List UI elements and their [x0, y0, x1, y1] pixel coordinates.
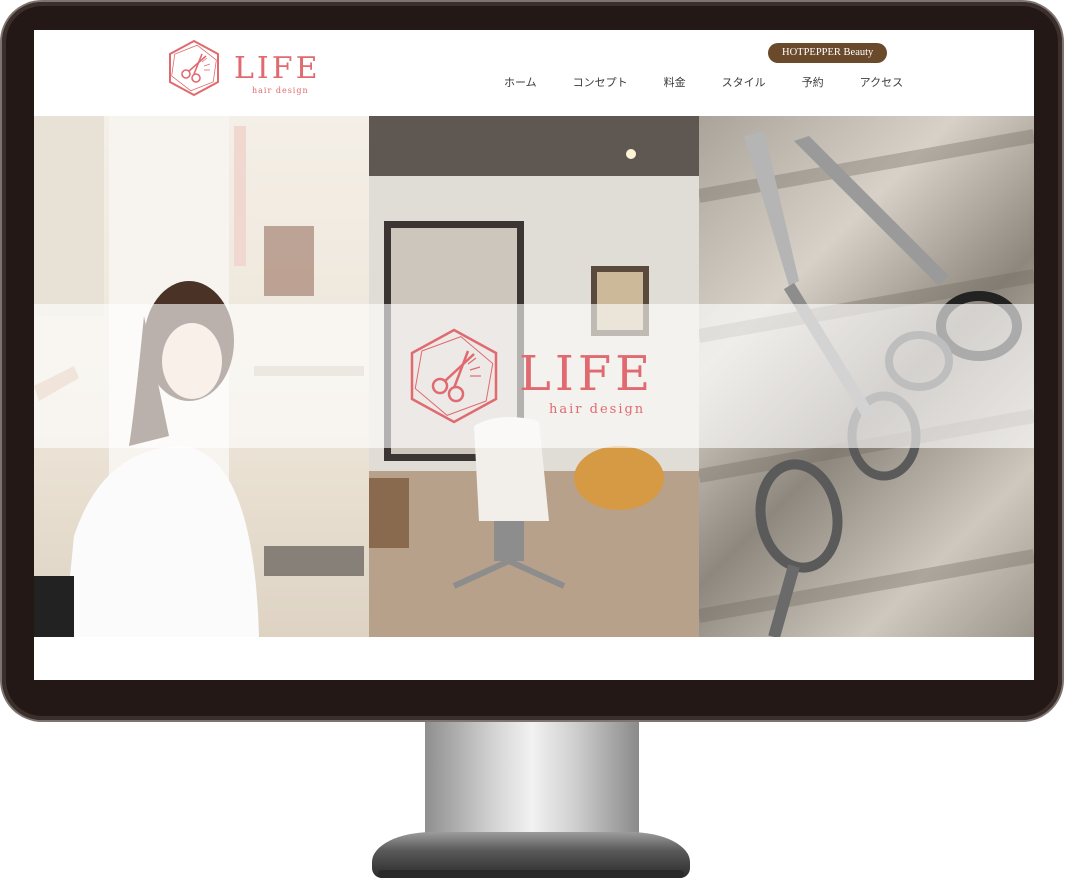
nav-item-reserve[interactable]: 予約 [802, 74, 824, 90]
hotpepper-beauty-button[interactable]: HOTPEPPER Beauty [768, 43, 888, 63]
hero-section: LIFE hair design [34, 116, 1034, 637]
header-logo[interactable]: LIFE hair design [164, 38, 324, 98]
scissors-hexagon-icon [410, 328, 498, 424]
website-screen: LIFE hair design HOTPEPPER Beauty ホーム コン… [34, 30, 1034, 680]
hero-logo-title: LIFE [519, 346, 655, 402]
logo-subtitle: hair design [252, 86, 309, 95]
site-header: LIFE hair design HOTPEPPER Beauty ホーム コン… [34, 30, 1034, 116]
nav-item-home[interactable]: ホーム [504, 74, 537, 90]
nav-item-access[interactable]: アクセス [860, 74, 903, 90]
main-nav: ホーム コンセプト 料金 スタイル 予約 アクセス [504, 74, 939, 90]
hero-logo-subtitle: hair design [549, 402, 646, 417]
monitor-stand-neck [425, 722, 639, 837]
logo-title: LIFE [234, 51, 321, 86]
monitor-frame: LIFE hair design HOTPEPPER Beauty ホーム コン… [2, 2, 1062, 720]
nav-item-style[interactable]: スタイル [722, 74, 766, 90]
nav-item-price[interactable]: 料金 [664, 74, 686, 90]
nav-item-concept[interactable]: コンセプト [573, 74, 628, 90]
hero-logo: LIFE hair design [404, 326, 674, 426]
scissors-hexagon-icon [169, 39, 219, 97]
content-strip [34, 637, 1034, 680]
monitor-stand-base [372, 832, 690, 878]
